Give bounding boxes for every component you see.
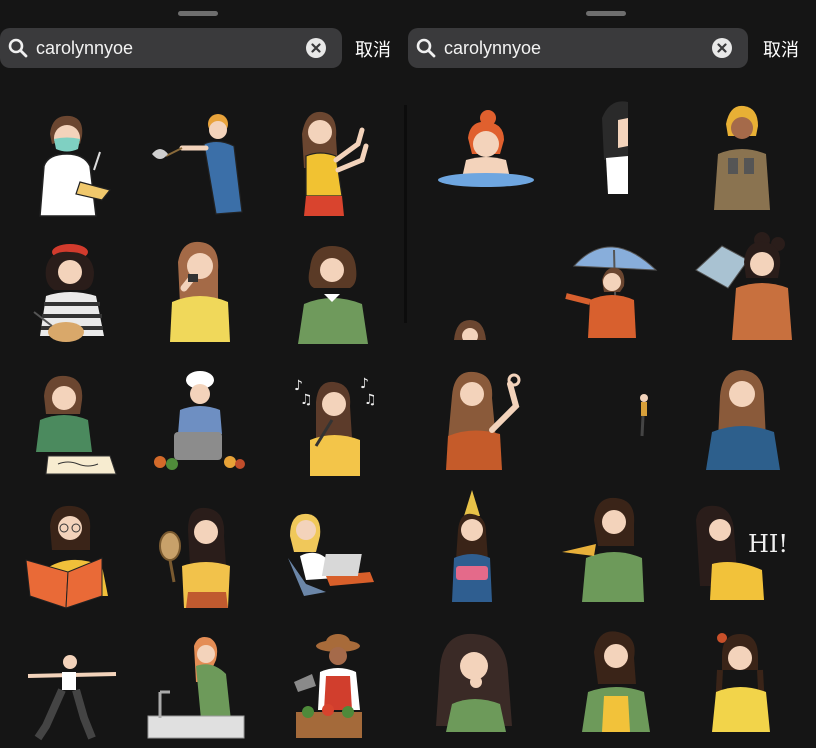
sticker-search-screen: 取消	[0, 0, 816, 748]
search-input[interactable]	[36, 37, 306, 59]
sticker-student-woman[interactable]	[18, 364, 126, 480]
sticker-tiny-figure[interactable]	[634, 392, 654, 438]
sticker-blue-top-woman[interactable]	[690, 360, 798, 476]
search-icon	[8, 38, 28, 58]
sticker-painter-woman[interactable]	[18, 232, 126, 348]
sticker-phone-woman[interactable]	[144, 232, 252, 348]
sticker-fan-woman[interactable]	[692, 230, 800, 346]
search-icon	[416, 38, 436, 58]
sheet-grabber[interactable]	[586, 11, 626, 16]
clear-search-icon[interactable]	[306, 38, 326, 58]
cancel-button[interactable]: 取消	[355, 36, 391, 62]
sticker-green-shirt-woman[interactable]	[280, 232, 388, 348]
panel-divider	[404, 105, 407, 323]
sticker-bathing-woman[interactable]	[432, 104, 540, 220]
svg-text:♫: ♫	[364, 392, 377, 408]
cancel-button[interactable]: 取消	[763, 36, 799, 62]
sticker-thinking-woman[interactable]	[564, 626, 672, 742]
sticker-doctor-woman[interactable]	[18, 104, 126, 220]
sticker-chef-woman[interactable]	[144, 364, 252, 480]
sticker-umbrella-woman[interactable]	[554, 230, 662, 346]
right-sticker-panel: 取消	[408, 0, 816, 748]
sticker-braids-woman[interactable]	[692, 626, 800, 742]
search-input[interactable]	[444, 37, 712, 59]
sticker-pointing-woman[interactable]	[280, 104, 388, 220]
sticker-laptop-woman[interactable]	[276, 496, 384, 612]
sticker-partial-head[interactable]	[450, 316, 490, 340]
sticker-binoculars-woman[interactable]	[690, 100, 798, 216]
sticker-handwashing-woman[interactable]	[146, 630, 254, 746]
svg-text:♫: ♫	[300, 392, 313, 408]
sticker-gardening-woman[interactable]	[282, 630, 390, 746]
sticker-hi-woman[interactable]: HI!	[690, 490, 798, 606]
sticker-ok-sign-woman[interactable]	[432, 360, 540, 476]
sticker-hi-text: HI!	[748, 530, 788, 558]
sheet-grabber[interactable]	[178, 11, 218, 16]
sticker-peeking-woman[interactable]	[588, 98, 638, 214]
sticker-birthday-woman[interactable]	[424, 490, 532, 606]
sticker-yoga-woman[interactable]	[18, 630, 126, 746]
search-bar[interactable]	[408, 28, 748, 68]
sticker-pizza-woman[interactable]	[554, 490, 662, 606]
sticker-reading-woman[interactable]	[18, 496, 126, 612]
svg-text:♪: ♪	[360, 376, 369, 392]
clear-search-icon[interactable]	[712, 38, 732, 58]
search-bar[interactable]	[0, 28, 342, 68]
sticker-cleaning-woman[interactable]	[144, 104, 252, 220]
sticker-mirror-woman[interactable]	[144, 496, 252, 612]
sticker-surprised-woman[interactable]	[428, 626, 536, 742]
sticker-singing-woman[interactable]: ♪ ♫ ♪ ♫	[280, 364, 388, 480]
left-sticker-panel: 取消	[0, 0, 404, 748]
